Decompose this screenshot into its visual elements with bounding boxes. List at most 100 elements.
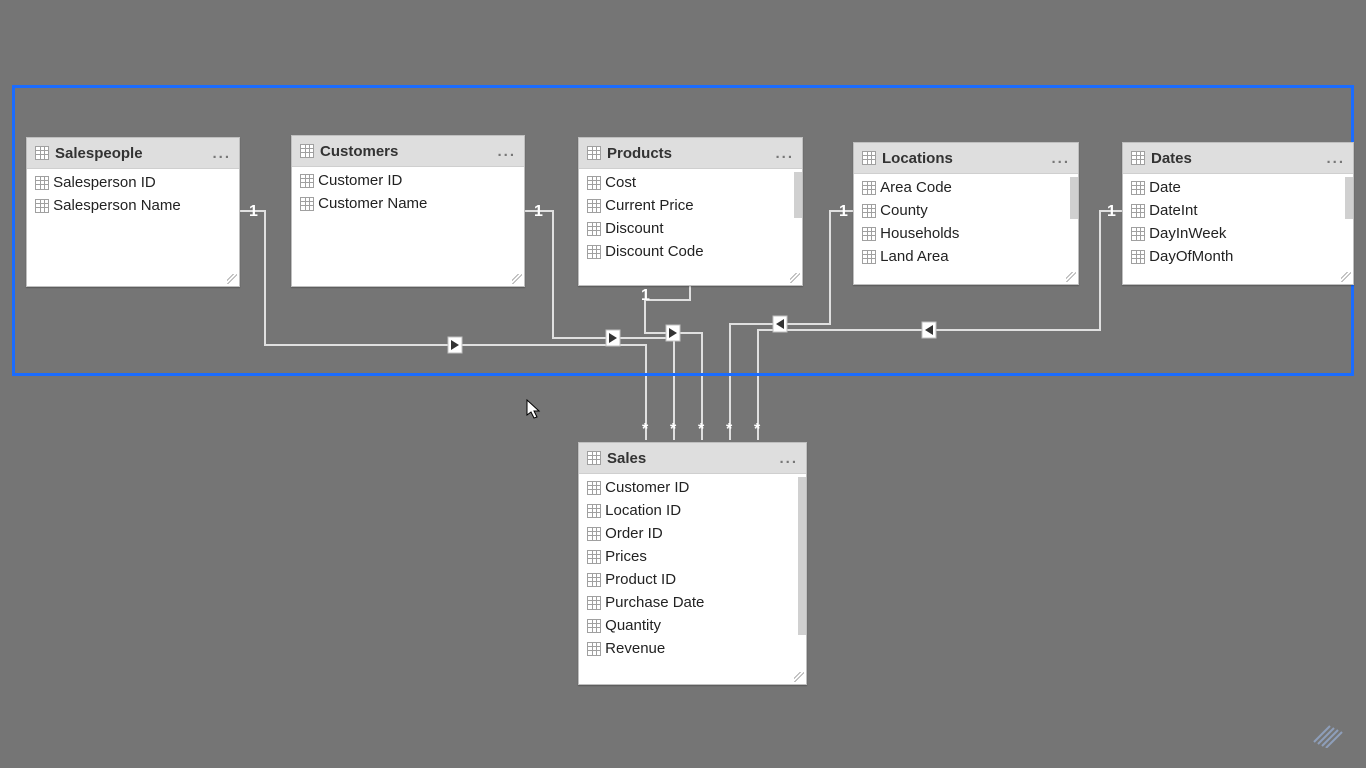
entity-dates[interactable]: Dates ... Date DateInt DayInWeek DayOfMo… (1122, 142, 1354, 285)
field-label: DateInt (1149, 202, 1197, 219)
field-row[interactable]: Discount (579, 217, 802, 240)
field-row[interactable]: Order ID (579, 522, 806, 545)
column-icon (587, 176, 601, 190)
column-icon (587, 573, 601, 587)
entity-header[interactable]: Salespeople ... (27, 138, 239, 169)
cardinality-many: * (670, 421, 677, 438)
field-label: Area Code (880, 179, 952, 196)
field-label: Customer Name (318, 195, 427, 212)
resize-handle[interactable] (1341, 272, 1351, 282)
column-icon (1131, 227, 1145, 241)
resize-handle[interactable] (1066, 272, 1076, 282)
table-icon (587, 451, 601, 465)
table-icon (1131, 151, 1145, 165)
field-row[interactable]: Households (854, 222, 1078, 245)
entity-body: Cost Current Price Discount Discount Cod… (579, 169, 802, 287)
field-row[interactable]: Prices (579, 545, 806, 568)
resize-handle[interactable] (790, 273, 800, 283)
column-icon (587, 596, 601, 610)
field-row[interactable]: DayInWeek (1123, 222, 1353, 245)
entity-sales[interactable]: Sales ... Customer ID Location ID Order … (578, 442, 807, 685)
field-label: Current Price (605, 197, 693, 214)
field-row[interactable]: Salesperson Name (27, 194, 239, 217)
table-icon (35, 146, 49, 160)
field-row[interactable]: Salesperson ID (27, 171, 239, 194)
column-icon (587, 222, 601, 236)
scrollbar-thumb[interactable] (1345, 177, 1353, 219)
field-row[interactable]: Cost (579, 171, 802, 194)
entity-menu-button[interactable]: ... (1051, 150, 1072, 167)
field-row[interactable]: Land Area (854, 245, 1078, 268)
column-icon (862, 181, 876, 195)
entity-header[interactable]: Dates ... (1123, 143, 1353, 174)
column-icon (300, 197, 314, 211)
entity-title: Locations (882, 150, 1051, 167)
field-label: Product ID (605, 571, 676, 588)
entity-body: Salesperson ID Salesperson Name (27, 169, 239, 219)
field-row[interactable]: Purchase Date (579, 591, 806, 614)
field-row[interactable]: Customer ID (292, 169, 524, 192)
field-label: Salesperson ID (53, 174, 156, 191)
column-icon (862, 227, 876, 241)
entity-header[interactable]: Products ... (579, 138, 802, 169)
resize-handle[interactable] (512, 274, 522, 284)
field-row[interactable]: Revenue (579, 637, 806, 660)
entity-salespeople[interactable]: Salespeople ... Salesperson ID Salespers… (26, 137, 240, 287)
field-label: Discount (605, 220, 663, 237)
entity-header[interactable]: Customers ... (292, 136, 524, 167)
entity-header[interactable]: Locations ... (854, 143, 1078, 174)
entity-locations[interactable]: Locations ... Area Code County Household… (853, 142, 1079, 285)
field-row[interactable]: DateInt (1123, 199, 1353, 222)
mouse-cursor-icon (526, 399, 542, 421)
field-row[interactable]: Customer ID (579, 476, 806, 499)
entity-products[interactable]: Products ... Cost Current Price Discount… (578, 137, 803, 286)
column-icon (587, 199, 601, 213)
entity-title: Sales (607, 450, 779, 467)
field-row[interactable]: Area Code (854, 176, 1078, 199)
field-label: County (880, 202, 928, 219)
column-icon (587, 481, 601, 495)
field-row[interactable]: Customer Name (292, 192, 524, 215)
column-icon (1131, 250, 1145, 264)
column-icon (862, 204, 876, 218)
scrollbar-thumb[interactable] (794, 172, 802, 218)
column-icon (35, 176, 49, 190)
field-row[interactable]: Location ID (579, 499, 806, 522)
field-row[interactable]: Product ID (579, 568, 806, 591)
cardinality-many: * (754, 421, 761, 438)
scrollbar-thumb[interactable] (1070, 177, 1078, 219)
column-icon (1131, 181, 1145, 195)
resize-handle[interactable] (794, 672, 804, 682)
cardinality-products-one: 1 (641, 287, 650, 304)
field-row[interactable]: Discount Code (579, 240, 802, 263)
model-canvas[interactable]: 1 1 1 1 1 * * * * * Salespeople ... Sale… (0, 0, 1366, 768)
column-icon (587, 245, 601, 259)
field-row[interactable]: DayOfMonth (1123, 245, 1353, 268)
field-row[interactable]: Quantity (579, 614, 806, 637)
field-row[interactable]: County (854, 199, 1078, 222)
column-icon (1131, 204, 1145, 218)
entity-title: Salespeople (55, 145, 212, 162)
entity-body: Customer ID Customer Name (292, 167, 524, 217)
cardinality-many: * (642, 421, 649, 438)
scrollbar-thumb[interactable] (798, 477, 806, 635)
entity-customers[interactable]: Customers ... Customer ID Customer Name (291, 135, 525, 287)
entity-menu-button[interactable]: ... (212, 145, 233, 162)
field-row[interactable]: Current Price (579, 194, 802, 217)
cardinality-customers-one: 1 (534, 203, 543, 220)
field-label: Revenue (605, 640, 665, 657)
entity-title: Dates (1151, 150, 1326, 167)
entity-menu-button[interactable]: ... (497, 143, 518, 160)
column-icon (587, 504, 601, 518)
entity-menu-button[interactable]: ... (779, 450, 800, 467)
entity-header[interactable]: Sales ... (579, 443, 806, 474)
entity-menu-button[interactable]: ... (775, 145, 796, 162)
column-icon (300, 174, 314, 188)
field-label: Land Area (880, 248, 948, 265)
entity-menu-button[interactable]: ... (1326, 150, 1347, 167)
field-label: Households (880, 225, 959, 242)
field-row[interactable]: Date (1123, 176, 1353, 199)
field-label: Date (1149, 179, 1181, 196)
resize-handle[interactable] (227, 274, 237, 284)
field-label: Order ID (605, 525, 663, 542)
